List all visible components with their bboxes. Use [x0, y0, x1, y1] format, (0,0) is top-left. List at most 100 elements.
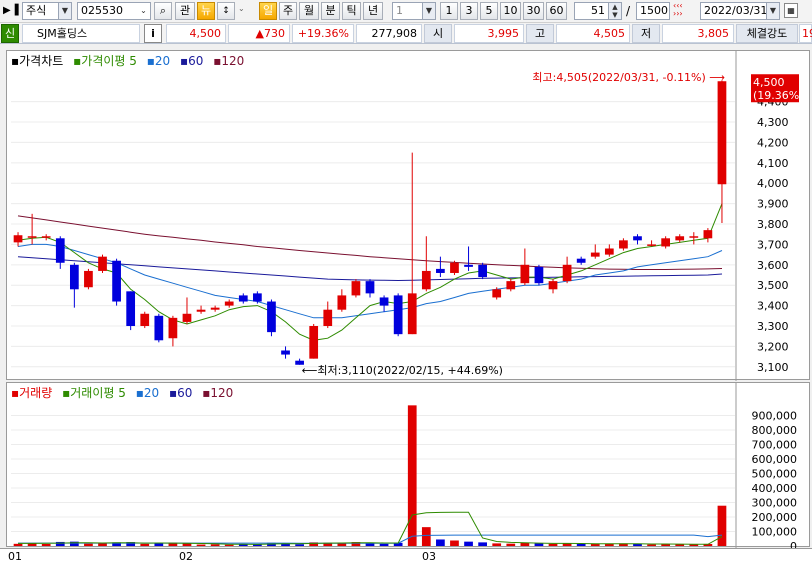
price-legend: ▪가격차트 ▪가격이평 5 ▪20 ▪60 ▪120 — [11, 52, 250, 69]
preset-5-label: 5 — [485, 4, 493, 17]
legend-ma5[interactable]: ▪가격이평 5 — [73, 54, 140, 68]
legend-vma5[interactable]: ▪거래이평 5 — [62, 386, 129, 400]
credit-badge: 신 — [1, 24, 19, 43]
tab-year-label: 년 — [367, 4, 379, 17]
info-icon: i — [151, 27, 155, 40]
stepper-arrows-icon[interactable]: ▲ ▼ — [608, 3, 621, 19]
chevron-down-icon[interactable]: ▼ — [58, 3, 71, 19]
stock-code-input[interactable]: 025530 ⌄ — [77, 2, 151, 20]
preset-10-button[interactable]: 10 — [500, 2, 521, 20]
legend-vma20[interactable]: ▪20 — [136, 386, 162, 400]
volume-bar — [647, 544, 656, 546]
change-percent: +19.36% — [292, 24, 354, 43]
candle-body — [182, 313, 192, 322]
news-button-label: 뉴 — [200, 4, 212, 17]
legend-ma60[interactable]: ▪60 — [180, 54, 206, 68]
candle-body — [393, 295, 403, 335]
price-chart-pane[interactable]: 3,100 3,200 3,300 3,400 3,500 3,600 3,700 3,800… — [6, 50, 811, 381]
volume-bar — [379, 543, 389, 546]
candle-body — [253, 293, 262, 302]
date-picker[interactable]: 2022/03/31 ▼ — [700, 2, 780, 20]
price-tick-label: 3,200 — [757, 340, 789, 353]
watchlist-button-label: 관 — [179, 4, 191, 17]
tab-month[interactable]: 월 — [299, 2, 319, 20]
max-price-annotation: 최고:4,505(2022/03/31, -0.11%) ⟶ — [532, 71, 725, 84]
volume-tick-label: 900,000 — [752, 410, 798, 423]
tab-week[interactable]: 주 — [279, 2, 297, 20]
tab-minute[interactable]: 분 — [321, 2, 340, 20]
tab-day[interactable]: 일 — [259, 2, 277, 20]
tab-day-label: 일 — [262, 4, 274, 17]
price-chart[interactable]: 3,100 3,200 3,300 3,400 3,500 3,600 3,700 3,800… — [7, 51, 811, 381]
candle-body — [562, 264, 572, 282]
ma60-line — [17, 256, 723, 282]
price-tick-label: 3,800 — [757, 218, 789, 231]
volume-bar — [182, 543, 192, 546]
strength-value-text: 190.5 — [802, 27, 812, 40]
count-stepper[interactable]: 51 ▲ ▼ — [574, 2, 622, 20]
price-tick-label: 3,900 — [757, 198, 789, 211]
volume-bar — [140, 543, 150, 546]
tab-tick[interactable]: 틱 — [342, 2, 361, 20]
candle-body — [604, 248, 614, 255]
candle-body — [661, 238, 671, 247]
volume-bar — [534, 543, 544, 546]
total-count-value: 1500 — [640, 4, 668, 17]
preset-1-button[interactable]: 1 — [440, 2, 458, 20]
candle-body — [224, 301, 234, 306]
candle-body — [520, 264, 530, 284]
scroll-arrows-icon[interactable]: ‹‹‹ ››› — [673, 2, 683, 18]
info-button[interactable]: i — [144, 24, 162, 43]
tab-year[interactable]: 년 — [363, 2, 383, 20]
updown-button[interactable]: ↕ — [217, 2, 235, 20]
volume-bar — [492, 543, 502, 546]
preset-30-label: 30 — [526, 4, 541, 17]
total-count-input[interactable]: 1500 — [636, 2, 670, 20]
legend-vma60[interactable]: ▪60 — [169, 386, 195, 400]
volume-chart[interactable]: 0100,000 200,000300,000 400,000500,000 600,… — [7, 383, 811, 548]
candle-body — [407, 293, 417, 335]
candle-body — [55, 238, 65, 263]
legend-volume[interactable]: ▪거래량 — [11, 386, 55, 400]
legend-ma20[interactable]: ▪20 — [147, 54, 173, 68]
chevron-down-icon[interactable]: ▼ — [422, 3, 435, 19]
volume-bar — [478, 542, 487, 546]
current-price-value: 4,500 — [189, 27, 222, 40]
menu-grip-icon[interactable]: ▶▐ — [3, 5, 18, 16]
interval-select[interactable]: 1 ▼ — [392, 2, 436, 20]
chevron-down-icon[interactable]: ⌄ — [137, 3, 150, 19]
volume-bar — [196, 544, 206, 546]
candle-body — [365, 281, 375, 294]
legend-vma120[interactable]: ▪120 — [202, 386, 236, 400]
low-price-value: 3,805 — [697, 27, 730, 40]
preset-5-button[interactable]: 5 — [480, 2, 498, 20]
search-icon: ⌕ — [159, 4, 167, 17]
current-price: 4,500 — [166, 24, 226, 43]
chevron-down-icon[interactable]: ▼ — [766, 3, 779, 19]
preset-30-button[interactable]: 30 — [523, 2, 544, 20]
news-button[interactable]: 뉴 — [197, 2, 215, 20]
chart-window: ▶▐ 주식 ▼ 025530 ⌄ ⌕ 관 뉴 ↕ ⌄ 일 주 월 분 틱 년 1… — [0, 0, 812, 566]
calendar-icon[interactable]: ▦ — [784, 3, 798, 18]
candle-body — [590, 252, 600, 257]
x-axis-label-mar: 03 — [422, 550, 436, 563]
legend-ma120[interactable]: ▪120 — [213, 54, 247, 68]
legend-vma20-label: 20 — [143, 386, 160, 400]
watchlist-button[interactable]: 관 — [175, 2, 195, 20]
current-price-tag-value: 4,500 — [753, 76, 785, 89]
candle-body — [619, 240, 628, 249]
preset-3-button[interactable]: 3 — [460, 2, 478, 20]
updown-small-icon[interactable]: ⌄ — [238, 4, 245, 13]
search-button[interactable]: ⌕ — [154, 2, 172, 20]
market-select[interactable]: 주식 ▼ — [22, 2, 72, 20]
volume-chart-pane[interactable]: 0 100,000 200,000 300,000 400,000 500,000 600,… — [6, 382, 811, 548]
volume-tick-label: 300,000 — [752, 497, 798, 510]
volume-tick-label: 700,000 — [752, 439, 798, 452]
legend-price-chart[interactable]: ▪가격차트 — [11, 54, 66, 68]
candle-body — [633, 236, 642, 241]
tab-tick-label: 틱 — [346, 4, 357, 17]
candle-body — [478, 264, 487, 278]
preset-60-button[interactable]: 60 — [546, 2, 567, 20]
volume-bar — [450, 540, 459, 546]
volume-tick-label: 0 — [790, 540, 797, 548]
